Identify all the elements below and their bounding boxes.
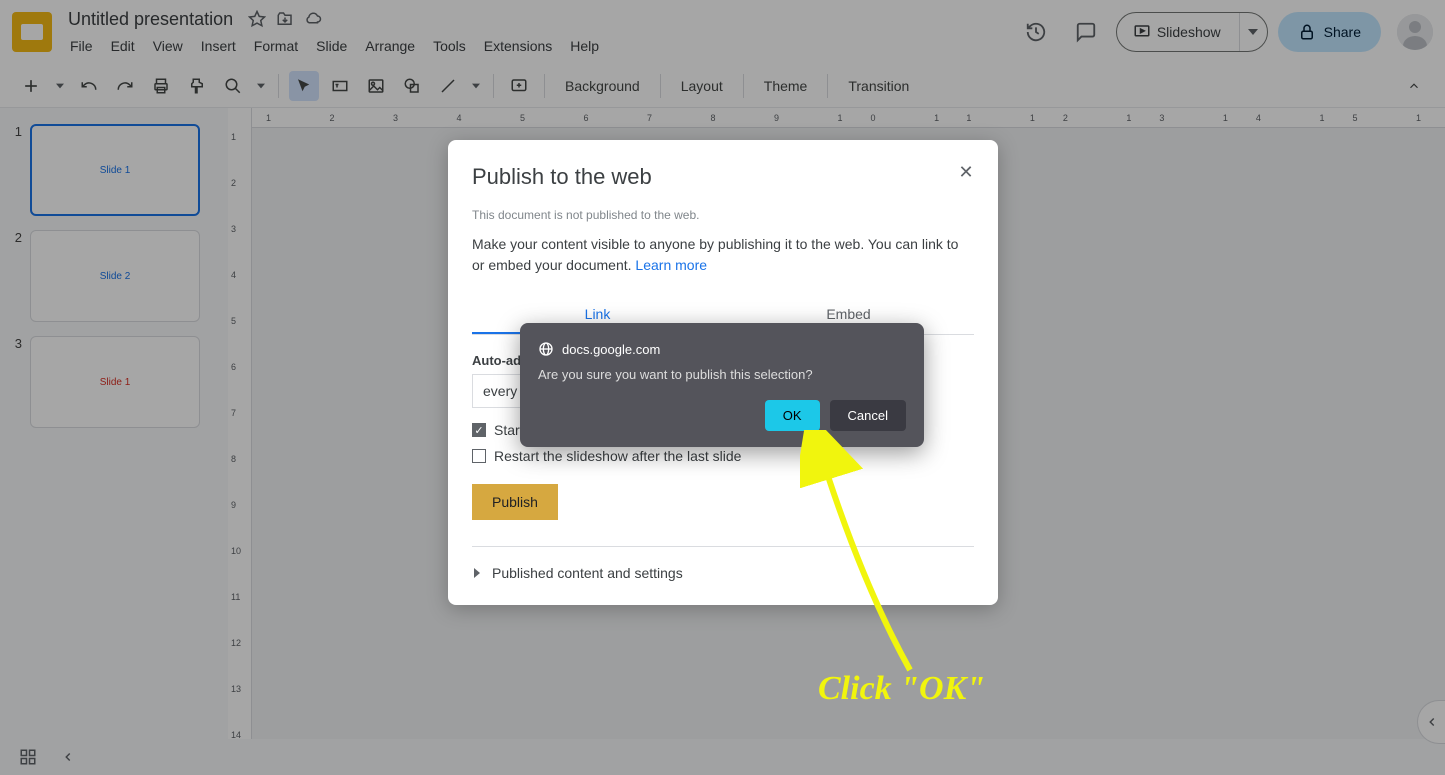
dialog-description: Make your content visible to anyone by p…	[472, 234, 974, 276]
ok-button[interactable]: OK	[765, 400, 820, 431]
published-content-expand[interactable]: Published content and settings	[472, 565, 974, 581]
checkbox-icon	[472, 449, 486, 463]
annotation-text: Click "OK"	[818, 670, 985, 708]
checkbox-checked-icon: ✓	[472, 423, 486, 437]
globe-icon	[538, 341, 554, 357]
publish-button[interactable]: Publish	[472, 484, 558, 520]
dialog-note: This document is not published to the we…	[472, 208, 974, 222]
cancel-button[interactable]: Cancel	[830, 400, 906, 431]
learn-more-link[interactable]: Learn more	[635, 257, 707, 273]
confirm-message: Are you sure you want to publish this se…	[538, 367, 906, 382]
confirm-domain: docs.google.com	[562, 342, 660, 357]
dialog-title: Publish to the web	[472, 164, 974, 190]
confirm-popup: docs.google.com Are you sure you want to…	[520, 323, 924, 447]
restart-checkbox-row[interactable]: Restart the slideshow after the last sli…	[472, 448, 974, 464]
close-icon[interactable]: ✕	[954, 160, 978, 184]
